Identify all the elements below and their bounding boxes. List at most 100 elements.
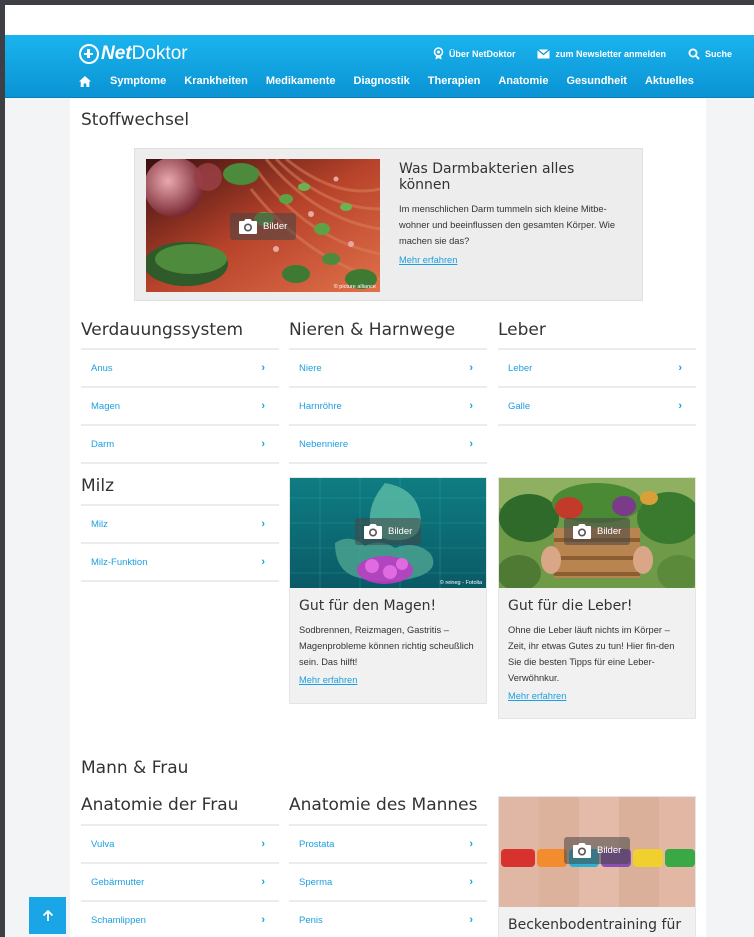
chevron-right-icon: › <box>469 838 473 850</box>
list-item-label: Milz <box>91 518 108 530</box>
search-icon <box>688 48 700 60</box>
card-magen-text: Gut für den Magen! Sodbrennen, Reizmagen… <box>290 588 486 698</box>
bilder-button[interactable]: Bilder <box>564 837 631 864</box>
chevron-right-icon: › <box>469 362 473 374</box>
list-item-harnroehre[interactable]: Harnröhre › <box>289 388 487 426</box>
list-item-label: Darm <box>91 438 115 450</box>
site-header: Net Doktor Über NetDoktor zum Newsletter… <box>5 35 754 98</box>
search-link-label: Suche <box>704 48 732 59</box>
image-credit: © reineg - Fotolia <box>439 580 482 586</box>
bilder-label: Bilder <box>597 845 622 856</box>
newsletter-link[interactable]: zum Newsletter anmelden <box>537 47 666 60</box>
list-item-darm[interactable]: Darm › <box>81 426 279 464</box>
chevron-right-icon: › <box>469 438 473 450</box>
bilder-button[interactable]: Bilder <box>355 518 422 545</box>
list-item-anus[interactable]: Anus › <box>81 350 279 388</box>
list-leber: Leber › Galle › <box>498 348 696 426</box>
bilder-label: Bilder <box>597 526 622 537</box>
bilder-button[interactable]: Bilder <box>564 518 631 545</box>
teaser-more-link[interactable]: Mehr erfahren <box>399 255 457 265</box>
image-credit: © picture alliance <box>333 284 376 290</box>
group-title-verdauungssystem: Verdauungssystem <box>81 320 244 340</box>
list-item-label: Schamlippen <box>91 914 146 926</box>
chevron-right-icon: › <box>261 400 265 412</box>
chevron-right-icon: › <box>261 914 265 926</box>
card-leber-more-link[interactable]: Mehr erfahren <box>508 691 566 701</box>
list-milz: Milz › Milz-Funktion › <box>81 504 279 582</box>
list-item-label: Leber <box>508 362 533 374</box>
chevron-right-icon: › <box>678 400 682 412</box>
chevron-right-icon: › <box>469 876 473 888</box>
group-title-nieren-harnwege: Nieren & Harnwege <box>289 320 456 340</box>
nav-diagnostik[interactable]: Diagnostik <box>354 75 410 87</box>
chevron-right-icon: › <box>469 914 473 926</box>
section-title-mann-frau: Mann & Frau <box>81 758 189 778</box>
list-item-prostata[interactable]: Prostata › <box>289 826 487 864</box>
nav-aktuelles[interactable]: Aktuelles <box>645 75 694 87</box>
logo-cross-icon <box>79 44 99 64</box>
card-magen-title[interactable]: Gut für den Magen! <box>299 598 477 614</box>
header-top-links: Über NetDoktor zum Newsletter anmelden S… <box>433 47 732 60</box>
list-item-galle[interactable]: Galle › <box>498 388 696 426</box>
card-leber-text: Gut für die Leber! Ohne die Leber läuft … <box>499 588 695 714</box>
chevron-right-icon: › <box>261 438 265 450</box>
list-item-label: Magen <box>91 400 121 412</box>
card-leber-image[interactable]: Bilder <box>499 478 695 588</box>
nav-gesundheit[interactable]: Gesundheit <box>566 75 627 87</box>
newsletter-link-label: zum Newsletter anmelden <box>555 48 666 59</box>
list-item-sperma[interactable]: Sperma › <box>289 864 487 902</box>
list-item-label: Harnröhre <box>299 400 342 412</box>
list-item-vulva[interactable]: Vulva › <box>81 826 279 864</box>
group-title-milz: Milz <box>81 476 115 496</box>
group-title-anatomie-frau: Anatomie der Frau <box>81 795 239 815</box>
teaser-title[interactable]: Was Darmbakterien alles können <box>399 161 624 193</box>
list-item-label: Galle <box>508 400 531 412</box>
list-item-leber[interactable]: Leber › <box>498 350 696 388</box>
card-magen-more-link[interactable]: Mehr erfahren <box>299 675 357 685</box>
teaser-image[interactable]: Bilder © picture alliance <box>146 159 380 292</box>
group-title-leber: Leber <box>498 320 546 340</box>
home-icon[interactable] <box>79 75 91 87</box>
bilder-button[interactable]: Bilder <box>230 213 297 240</box>
list-item-milz[interactable]: Milz › <box>81 506 279 544</box>
list-item-nebenniere[interactable]: Nebenniere › <box>289 426 487 464</box>
card-beckenboden-image[interactable]: Bilder <box>499 797 695 907</box>
chevron-right-icon: › <box>469 400 473 412</box>
teaser-text: Was Darmbakterien alles können Im mensch… <box>399 161 624 268</box>
list-item-gebaermutter[interactable]: Gebärmutter › <box>81 864 279 902</box>
list-item-magen[interactable]: Magen › <box>81 388 279 426</box>
main-content: Stoffwechsel Bilder © picture alliance W… <box>70 98 706 937</box>
teaser-card-darmbakterien[interactable]: Bilder © picture alliance Was Darmbakter… <box>134 148 643 301</box>
chevron-right-icon: › <box>261 362 265 374</box>
chevron-right-icon: › <box>261 556 265 568</box>
list-item-label: Vulva <box>91 838 115 850</box>
list-item-label: Prostata <box>299 838 335 850</box>
nav-krankheiten[interactable]: Krankheiten <box>184 75 248 87</box>
nav-therapien[interactable]: Therapien <box>428 75 481 87</box>
card-leber-title[interactable]: Gut für die Leber! <box>508 598 686 614</box>
list-item-milz-funktion[interactable]: Milz-Funktion › <box>81 544 279 582</box>
list-anatomie-frau: Vulva › Gebärmutter › Schamlippen › <box>81 824 279 937</box>
scroll-to-top-button[interactable] <box>29 897 66 934</box>
list-item-penis[interactable]: Penis › <box>289 902 487 937</box>
nav-medikamente[interactable]: Medikamente <box>266 75 336 87</box>
camera-icon <box>573 524 591 539</box>
list-item-schamlippen[interactable]: Schamlippen › <box>81 902 279 937</box>
card-magen[interactable]: Bilder © reineg - Fotolia Gut für den Ma… <box>289 477 487 704</box>
list-item-label: Penis <box>299 914 323 926</box>
chevron-right-icon: › <box>261 838 265 850</box>
about-link[interactable]: Über NetDoktor <box>433 47 515 60</box>
search-link[interactable]: Suche <box>688 47 732 60</box>
card-leber[interactable]: Bilder Gut für die Leber! Ohne die Leber… <box>498 477 696 719</box>
nav-symptome[interactable]: Symptome <box>110 75 166 87</box>
netdoktor-logo[interactable]: Net Doktor <box>79 43 188 65</box>
camera-icon <box>239 219 257 234</box>
card-magen-image[interactable]: Bilder © reineg - Fotolia <box>290 478 486 588</box>
card-beckenboden[interactable]: Bilder Beckenbodentraining für <box>498 796 696 937</box>
list-item-niere[interactable]: Niere › <box>289 350 487 388</box>
list-item-label: Sperma <box>299 876 333 888</box>
card-beckenboden-title[interactable]: Beckenbodentraining für <box>508 917 686 933</box>
group-title-anatomie-mann: Anatomie des Mannes <box>289 795 478 815</box>
camera-icon <box>364 524 382 539</box>
nav-anatomie[interactable]: Anatomie <box>498 75 548 87</box>
